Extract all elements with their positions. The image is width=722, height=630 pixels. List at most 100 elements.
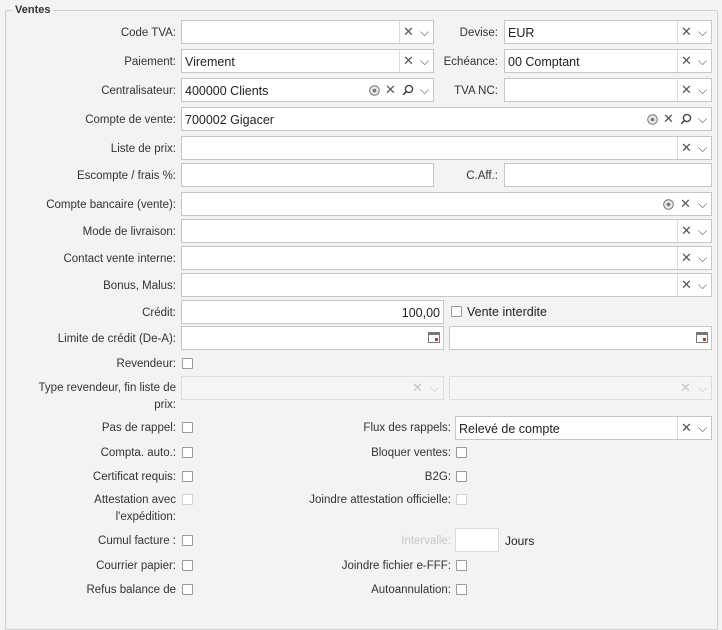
chevron-down-icon[interactable]: ⌵ [416, 50, 433, 72]
jours-label: Jours [505, 534, 535, 548]
limite-credit-de-input[interactable] [181, 326, 444, 350]
joindre-attestation-checkbox[interactable] [456, 494, 467, 505]
info-icon[interactable] [660, 193, 677, 215]
compta-auto-checkbox[interactable] [182, 447, 193, 458]
bloquer-ventes-checkbox[interactable] [456, 447, 467, 458]
clear-icon[interactable]: ✕ [677, 21, 695, 43]
attestation-checkbox[interactable] [182, 494, 193, 505]
paiement-select[interactable]: Virement ✕ ⌵ [181, 49, 434, 73]
chevron-down-icon[interactable]: ⌵ [694, 193, 711, 215]
code-tva-label: Code TVA: [120, 27, 176, 39]
chevron-down-icon[interactable]: ⌵ [416, 79, 433, 101]
clear-icon[interactable]: ✕ [677, 274, 695, 296]
section-legend: Ventes [12, 4, 54, 16]
liste-prix-select[interactable]: ✕ ⌵ [181, 136, 712, 160]
credit-value: 100,00 [401, 306, 440, 320]
clear-icon[interactable]: ✕ [399, 50, 417, 72]
chevron-down-icon[interactable]: ⌵ [694, 417, 711, 439]
clear-icon[interactable]: ✕ [399, 21, 417, 43]
escompte-label: Escompte / frais %: [76, 170, 176, 182]
certificat-label: Certificat requis: [92, 471, 176, 483]
caff-input[interactable] [504, 163, 712, 187]
refus-balance-checkbox[interactable] [182, 584, 193, 595]
limite-credit-label: Limite de crédit (De-A): [57, 333, 176, 345]
vente-interdite-label: Vente interdite [467, 305, 547, 319]
compte-vente-select[interactable]: 700002 Gigacer ✕ ⌵ [181, 107, 712, 131]
echeance-select[interactable]: 00 Comptant ✕ ⌵ [504, 49, 712, 73]
bonus-malus-select[interactable]: ✕ ⌵ [181, 273, 712, 297]
tva-nc-select[interactable]: ✕ ⌵ [504, 78, 712, 102]
vente-interdite-checkbox[interactable] [451, 306, 462, 317]
clear-icon[interactable]: ✕ [677, 50, 695, 72]
joindre-fichier-checkbox[interactable] [456, 560, 467, 571]
clear-icon[interactable]: ✕ [382, 79, 399, 101]
joindre-fichier-label: Joindre fichier e-FFF: [341, 560, 451, 572]
certificat-checkbox[interactable] [182, 471, 193, 482]
joindre-attestation-label: Joindre attestation officielle: [309, 494, 451, 506]
compte-vente-value: 700002 Gigacer [185, 113, 274, 127]
clear-icon[interactable]: ✕ [677, 247, 695, 269]
clear-icon[interactable]: ✕ [409, 377, 426, 399]
clear-icon[interactable]: ✕ [677, 220, 695, 242]
contact-vente-select[interactable]: ✕ ⌵ [181, 246, 712, 270]
mode-livraison-label: Mode de livraison: [82, 226, 176, 238]
b2g-checkbox[interactable] [456, 471, 467, 482]
type-revendeur-label: Type revendeur, fin liste de [38, 382, 176, 394]
clear-icon[interactable]: ✕ [677, 137, 695, 159]
pas-rappel-label: Pas de rappel: [101, 422, 176, 434]
compte-bancaire-select[interactable]: ✕ ⌵ [181, 192, 712, 216]
devise-value: EUR [508, 26, 535, 40]
attestation-label-2: l'expédition: [115, 511, 176, 523]
chevron-down-icon[interactable]: ⌵ [426, 377, 443, 399]
code-tva-select[interactable]: ✕ ⌵ [181, 20, 434, 44]
calendar-icon[interactable] [428, 332, 440, 343]
chevron-down-icon[interactable]: ⌵ [694, 137, 711, 159]
fin-liste-prix-select[interactable]: ✕ ⌵ [449, 376, 712, 400]
courrier-papier-checkbox[interactable] [182, 560, 193, 571]
intervalle-input[interactable] [455, 528, 499, 552]
bonus-malus-label: Bonus, Malus: [103, 280, 176, 292]
devise-select[interactable]: EUR ✕ ⌵ [504, 20, 712, 44]
calendar-icon[interactable] [696, 332, 708, 343]
compte-bancaire-label: Compte bancaire (vente): [46, 199, 176, 211]
credit-label: Crédit: [142, 307, 176, 319]
compte-vente-label: Compte de vente: [85, 114, 176, 126]
clear-icon[interactable]: ✕ [660, 108, 677, 130]
pas-rappel-checkbox[interactable] [182, 422, 193, 433]
chevron-down-icon[interactable]: ⌵ [694, 377, 711, 399]
chevron-down-icon[interactable]: ⌵ [694, 247, 711, 269]
chevron-down-icon[interactable]: ⌵ [694, 79, 711, 101]
revendeur-checkbox[interactable] [182, 358, 193, 369]
clear-icon[interactable]: ✕ [677, 377, 694, 399]
cumul-facture-checkbox[interactable] [182, 535, 193, 546]
cumul-facture-label: Cumul facture : [98, 535, 176, 547]
flux-rappels-select[interactable]: Relevé de compte ✕ ⌵ [455, 416, 712, 440]
chevron-down-icon[interactable]: ⌵ [416, 21, 433, 43]
escompte-input[interactable] [181, 163, 434, 187]
mode-livraison-select[interactable]: ✕ ⌵ [181, 219, 712, 243]
devise-label: Devise: [459, 27, 498, 39]
clear-icon[interactable]: ✕ [677, 193, 694, 215]
paiement-value: Virement [185, 55, 235, 69]
search-icon[interactable] [399, 79, 416, 101]
type-revendeur-label-2: prix: [154, 399, 176, 411]
search-icon[interactable] [677, 108, 694, 130]
bloquer-ventes-label: Bloquer ventes: [371, 447, 451, 459]
info-icon[interactable] [644, 108, 661, 130]
type-revendeur-select[interactable]: ✕ ⌵ [181, 376, 444, 400]
info-icon[interactable] [366, 79, 383, 101]
limite-credit-a-input[interactable] [449, 326, 712, 350]
clear-icon[interactable]: ✕ [677, 79, 695, 101]
autoannulation-checkbox[interactable] [456, 584, 467, 595]
chevron-down-icon[interactable]: ⌵ [694, 21, 711, 43]
credit-input[interactable]: 100,00 [181, 300, 444, 324]
flux-rappels-label: Flux des rappels: [363, 422, 451, 434]
paiement-label: Paiement: [124, 56, 176, 68]
chevron-down-icon[interactable]: ⌵ [694, 220, 711, 242]
chevron-down-icon[interactable]: ⌵ [694, 108, 711, 130]
clear-icon[interactable]: ✕ [677, 417, 695, 439]
chevron-down-icon[interactable]: ⌵ [694, 274, 711, 296]
centralisateur-select[interactable]: 400000 Clients ✕ ⌵ [181, 78, 434, 102]
chevron-down-icon[interactable]: ⌵ [694, 50, 711, 72]
echeance-value: 00 Comptant [508, 55, 580, 69]
